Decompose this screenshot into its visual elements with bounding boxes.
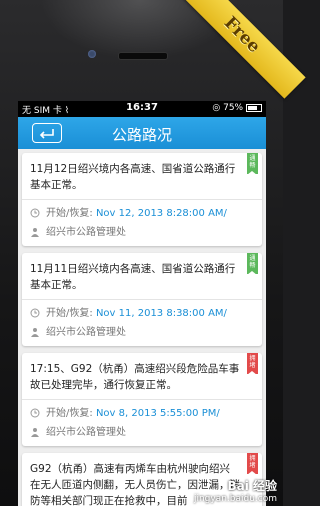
earpiece-speaker — [118, 52, 168, 60]
person-icon — [31, 328, 39, 337]
org-name: 绍兴市公路管理处 — [46, 427, 126, 438]
org-row: 绍兴市公路管理处 — [30, 223, 254, 242]
traffic-card[interactable]: 拥堵 17:15、G92（杭甬）高速绍兴段危险品车事故已处理完毕，通行恢复正常。… — [22, 353, 262, 446]
status-bar: 无 SIM 卡 ⌇ 16:37 ◎ 75% — [18, 101, 266, 117]
status-tag: 通畅 — [247, 253, 258, 275]
traffic-text: 17:15、G92（杭甬）高速绍兴段危险品车事故已处理完毕，通行恢复正常。 — [30, 363, 240, 391]
front-camera — [88, 50, 96, 58]
person-icon — [31, 228, 39, 237]
org-name: 绍兴市公路管理处 — [46, 327, 126, 338]
page-title: 公路路况 — [111, 126, 172, 144]
status-tag: 拥堵 — [247, 353, 258, 375]
start-row: 开始/恢复: Nov 11, 2013 8:38:00 AM/ — [30, 304, 254, 323]
traffic-text: 11月12日绍兴境内各高速、国省道公路通行基本正常。 — [30, 163, 236, 191]
start-row: 开始/恢复: Nov 8, 2013 5:55:00 PM/ — [30, 404, 254, 423]
traffic-text: 11月11日绍兴境内各高速、国省道公路通行基本正常。 — [30, 263, 236, 291]
card-meta: 开始/恢复: Nov 11, 2013 8:38:00 AM/ 绍兴市公路管理处 — [22, 299, 262, 346]
start-row: 开始/恢复: Nov 12, 2013 8:28:00 AM/ — [30, 204, 254, 223]
nav-bar: 公路路况 — [18, 117, 266, 149]
watermark-brand: Bai 经验 — [227, 479, 277, 493]
battery-icon — [246, 103, 262, 112]
org-row: 绍兴市公路管理处 — [30, 423, 254, 442]
start-label: 开始/恢复: — [46, 408, 93, 419]
phone-frame: Free 无 SIM 卡 ⌇ 16:37 ◎ 75% 公路路况 通畅 11月12… — [0, 0, 306, 506]
status-right: ◎ 75% — [212, 103, 262, 113]
app-screen: 无 SIM 卡 ⌇ 16:37 ◎ 75% 公路路况 通畅 11月12日绍兴境内… — [18, 101, 266, 506]
org-name: 绍兴市公路管理处 — [46, 227, 126, 238]
card-meta: 开始/恢复: Nov 8, 2013 5:55:00 PM/ 绍兴市公路管理处 — [22, 399, 262, 446]
person-icon — [31, 428, 39, 437]
org-row: 绍兴市公路管理处 — [30, 323, 254, 342]
start-value: Nov 8, 2013 5:55:00 PM/ — [95, 408, 220, 419]
start-label: 开始/恢复: — [46, 308, 93, 319]
watermark-url: jingyan.baidu.com — [193, 494, 277, 504]
watermark: Bai 经验 jingyan.baidu.com — [194, 477, 277, 504]
battery-percent: 75% — [223, 103, 244, 113]
traffic-list: 通畅 11月12日绍兴境内各高速、国省道公路通行基本正常。 开始/恢复: Nov… — [18, 149, 266, 506]
start-value: Nov 11, 2013 8:38:00 AM/ — [95, 308, 227, 319]
card-meta: 开始/恢复: Nov 12, 2013 8:28:00 AM/ 绍兴市公路管理处 — [22, 199, 262, 246]
status-tag: 通畅 — [247, 153, 258, 175]
clock-icon — [30, 308, 40, 318]
start-value: Nov 12, 2013 8:28:00 AM/ — [95, 208, 227, 219]
lock-rotation-icon: ◎ — [212, 103, 221, 113]
status-tag: 拥堵 — [247, 453, 258, 475]
traffic-card[interactable]: 通畅 11月11日绍兴境内各高速、国省道公路通行基本正常。 开始/恢复: Nov… — [22, 253, 262, 346]
start-label: 开始/恢复: — [46, 208, 93, 219]
traffic-card[interactable]: 通畅 11月12日绍兴境内各高速、国省道公路通行基本正常。 开始/恢复: Nov… — [22, 153, 262, 246]
clock-icon — [30, 208, 40, 218]
clock-icon — [30, 408, 40, 418]
